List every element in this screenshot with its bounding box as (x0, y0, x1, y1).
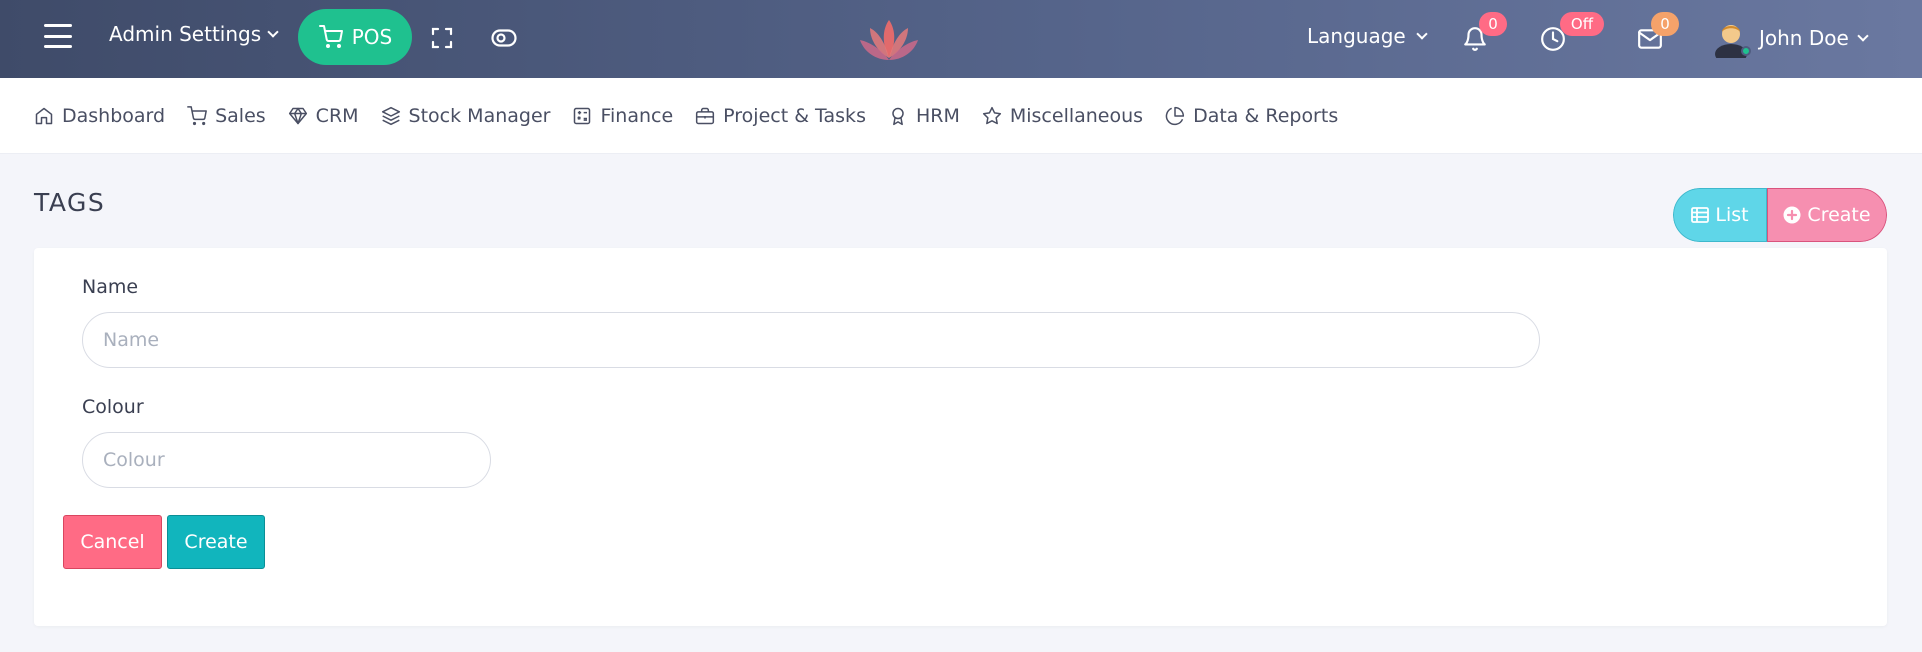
calculator-icon (574, 107, 591, 124)
star-icon (982, 106, 1001, 124)
nav-item-miscellaneous[interactable]: Miscellaneous (982, 105, 1143, 127)
toggle-icon[interactable] (491, 29, 517, 47)
lotus-logo (858, 14, 920, 66)
pos-label: POS (351, 25, 393, 49)
nav-item-sales[interactable]: Sales (187, 105, 266, 127)
pos-button[interactable]: POS (298, 9, 412, 65)
nav-item-label: Dashboard (62, 104, 166, 127)
nav-item-label: Finance (600, 104, 674, 127)
name-label: Name (82, 276, 139, 298)
pie-chart-icon (1165, 106, 1185, 125)
nav-item-label: Data & Reports (1193, 104, 1339, 127)
nav-item-project-tasks[interactable]: Project & Tasks (695, 105, 866, 127)
cart-icon (318, 25, 343, 48)
nav-item-label: HRM (915, 104, 960, 127)
colour-label: Colour (82, 396, 144, 418)
user-menu[interactable]: John Doe (1713, 18, 1869, 64)
list-button[interactable]: List (1673, 188, 1767, 242)
nav-item-data-reports[interactable]: Data & Reports (1165, 105, 1338, 127)
cart-icon (187, 105, 208, 125)
award-icon (892, 107, 904, 125)
name-input[interactable] (82, 312, 1540, 368)
nav-item-crm[interactable]: CRM (288, 105, 359, 127)
cancel-button[interactable]: Cancel (63, 515, 162, 569)
view-toggle-group: List Create (1673, 188, 1887, 242)
layers-icon (381, 106, 400, 125)
diamond-icon (288, 107, 307, 124)
submit-create-button[interactable]: Create (167, 515, 265, 569)
avatar (1713, 18, 1751, 64)
chevron-down-icon (1857, 30, 1869, 42)
language-label: Language (1307, 24, 1406, 48)
nav-item-dashboard[interactable]: Dashboard (34, 105, 165, 127)
nav-item-label: Sales (215, 104, 266, 127)
tag-form-card: Name Colour Cancel Create (34, 248, 1887, 626)
user-name: John Doe (1759, 26, 1849, 50)
clock-status-badge: Off (1560, 12, 1604, 36)
messages-badge: 0 (1651, 12, 1679, 36)
top-bar: Admin Settings POS Language 0 Off 0 John… (0, 0, 1922, 78)
create-button-label: Create (1807, 204, 1871, 226)
nav-item-stock-manager[interactable]: Stock Manager (381, 104, 551, 127)
notifications-badge: 0 (1479, 12, 1507, 36)
admin-settings-label: Admin Settings (109, 22, 262, 46)
nav-item-finance[interactable]: Finance (572, 105, 673, 127)
briefcase-icon (696, 107, 715, 124)
main-nav: Dashboard Sales CRM Stock Manager Financ… (0, 78, 1922, 154)
list-button-label: List (1715, 204, 1749, 226)
fullscreen-icon[interactable] (430, 26, 454, 50)
admin-settings-dropdown[interactable]: Admin Settings (109, 22, 279, 46)
nav-item-hrm[interactable]: HRM (888, 105, 960, 127)
nav-item-label: Stock Manager (408, 104, 551, 127)
chevron-down-icon (267, 26, 279, 38)
online-status-dot (1741, 46, 1751, 56)
nav-item-label: Project & Tasks (723, 104, 866, 127)
chevron-down-icon (1416, 28, 1428, 40)
colour-input[interactable] (82, 432, 491, 488)
language-dropdown[interactable]: Language (1307, 24, 1428, 48)
page-title: TAGS (34, 188, 106, 217)
list-icon (1691, 207, 1710, 223)
menu-icon[interactable] (44, 24, 72, 48)
create-button[interactable]: Create (1767, 188, 1887, 242)
home-icon (35, 107, 53, 124)
plus-circle-icon (1783, 206, 1801, 224)
nav-item-label: Miscellaneous (1009, 104, 1144, 127)
nav-item-label: CRM (315, 104, 359, 127)
